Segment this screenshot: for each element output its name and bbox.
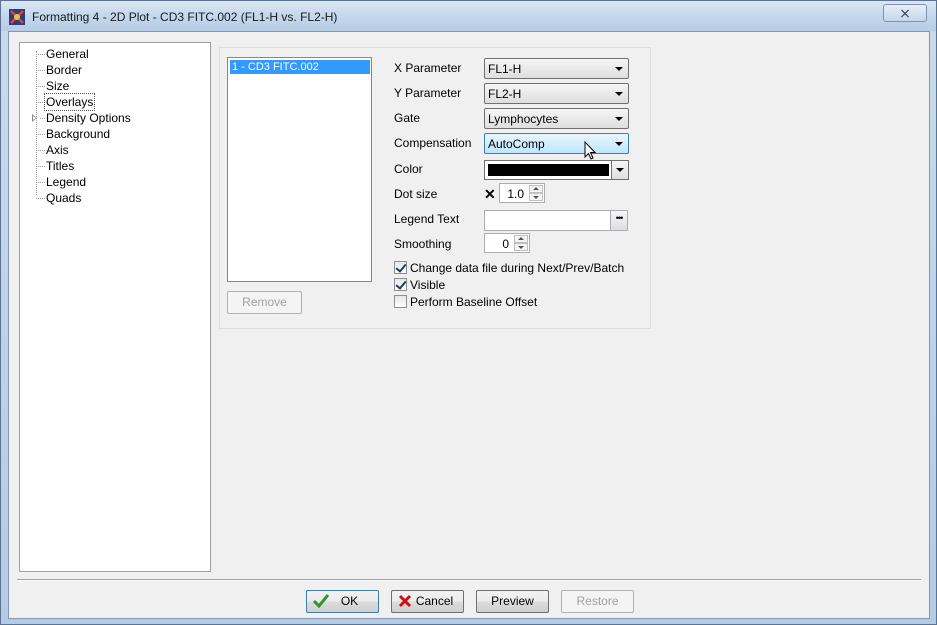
overlay-list-item[interactable]: 1 - CD3 FITC.002: [230, 60, 370, 74]
close-button[interactable]: ⨯: [883, 4, 927, 22]
checkbox-label: Perform Baseline Offset: [410, 295, 538, 309]
expand-arrow-icon[interactable]: [32, 114, 37, 122]
color-label: Color: [394, 162, 423, 176]
restore-button[interactable]: Restore: [561, 590, 634, 613]
compensation-label: Compensation: [394, 136, 472, 150]
tree-item-density-options[interactable]: Density Options: [20, 110, 210, 126]
y-parameter-value: FL2-H: [488, 87, 522, 101]
spin-down-icon[interactable]: [514, 243, 528, 251]
color-swatch: [488, 164, 609, 176]
x-parameter-label: X Parameter: [394, 61, 462, 75]
tree-item-label: Overlays: [43, 93, 96, 111]
compensation-select[interactable]: AutoComp: [484, 133, 629, 154]
checkmark-icon: [313, 594, 329, 608]
x-parameter-select[interactable]: FL1-H: [484, 58, 629, 79]
tree-item-overlays[interactable]: Overlays: [20, 93, 210, 111]
multiply-icon: ✕: [484, 186, 496, 202]
tree-connector: [36, 70, 45, 71]
gate-label: Gate: [394, 111, 421, 125]
tree-item-legend[interactable]: Legend: [20, 174, 210, 190]
compensation-value: AutoComp: [488, 137, 545, 151]
tree-connector: [36, 166, 45, 167]
preview-button[interactable]: Preview: [476, 590, 549, 613]
smoothing-value: 0: [502, 237, 509, 251]
ellipsis-button[interactable]: •••: [610, 211, 627, 230]
smoothing-spinner[interactable]: 0: [484, 233, 530, 253]
checkbox-checked-icon[interactable]: [394, 261, 407, 274]
gate-select[interactable]: Lymphocytes: [484, 108, 629, 129]
tree-item-label: Quads: [46, 191, 82, 205]
chevron-down-icon: [616, 168, 624, 172]
tree-connector: [36, 86, 45, 87]
checkbox-label: Change data file during Next/Prev/Batch: [410, 261, 625, 275]
overlay-list[interactable]: 1 - CD3 FITC.002: [227, 57, 372, 282]
tree-item-border[interactable]: Border: [20, 62, 210, 78]
overlay-settings-panel: 1 - CD3 FITC.002 Remove X Parameter FL1-…: [219, 47, 651, 329]
checkbox-label: Visible: [410, 278, 446, 292]
tree-connector: [36, 182, 45, 183]
app-icon: [9, 9, 25, 25]
tree-item-background[interactable]: Background: [20, 126, 210, 142]
tree-item-label: Size: [46, 79, 70, 93]
formatting-dialog: Formatting 4 - 2D Plot - CD3 FITC.002 (F…: [0, 0, 937, 625]
dot-size-spinner[interactable]: 1.0: [499, 183, 545, 203]
checkbox-checked-icon[interactable]: [394, 278, 407, 291]
tree-item-label: Background: [46, 127, 111, 141]
checkbox-unchecked-icon[interactable]: [394, 295, 407, 308]
cancel-button[interactable]: Cancel: [391, 590, 464, 613]
tree-item-titles[interactable]: Titles: [20, 158, 210, 174]
legend-text-input[interactable]: •••: [484, 210, 628, 231]
legend-text-label: Legend Text: [394, 212, 460, 226]
title-bar[interactable]: Formatting 4 - 2D Plot - CD3 FITC.002 (F…: [1, 1, 936, 31]
ok-button[interactable]: OK: [306, 590, 379, 613]
tree-connector: [36, 150, 45, 151]
cancel-x-icon: [398, 594, 412, 608]
tree-connector: [36, 134, 45, 135]
tree-item-label: Border: [46, 63, 83, 77]
dot-size-label: Dot size: [394, 187, 438, 201]
tree-item-label: General: [46, 47, 89, 61]
tree-item-label: Titles: [46, 159, 75, 173]
tree-connector: [36, 102, 45, 103]
gate-value: Lymphocytes: [488, 112, 559, 126]
footer-separator: [17, 579, 921, 581]
tree-item-label: Density Options: [46, 111, 131, 125]
chevron-down-icon: [615, 67, 623, 71]
spin-down-icon[interactable]: [529, 193, 543, 201]
remove-button[interactable]: Remove: [227, 291, 302, 314]
tree-item-size[interactable]: Size: [20, 78, 210, 94]
chevron-down-icon: [615, 142, 623, 146]
tree-connector: [36, 198, 45, 199]
dialog-body: General Border Size Overlays Density Opt…: [8, 31, 930, 619]
chevron-down-icon: [615, 92, 623, 96]
y-parameter-label: Y Parameter: [394, 86, 462, 100]
color-picker[interactable]: [484, 160, 629, 180]
tree-item-quads[interactable]: Quads: [20, 190, 210, 206]
y-parameter-select[interactable]: FL2-H: [484, 83, 629, 104]
chevron-down-icon: [615, 117, 623, 121]
x-parameter-value: FL1-H: [488, 62, 522, 76]
ok-label: OK: [340, 594, 359, 608]
spin-up-icon[interactable]: [529, 185, 543, 193]
tree-item-general[interactable]: General: [20, 46, 210, 62]
tree-item-axis[interactable]: Axis: [20, 142, 210, 158]
color-dropdown-button[interactable]: [611, 161, 628, 179]
tree-connector: [36, 54, 45, 55]
window-title: Formatting 4 - 2D Plot - CD3 FITC.002 (F…: [32, 10, 338, 24]
close-icon: ⨯: [899, 5, 911, 21]
category-tree[interactable]: General Border Size Overlays Density Opt…: [19, 42, 211, 572]
tree-item-label: Axis: [46, 143, 69, 157]
smoothing-label: Smoothing: [394, 237, 452, 251]
spin-up-icon[interactable]: [514, 235, 528, 243]
tree-item-label: Legend: [46, 175, 87, 189]
dot-size-value: 1.0: [507, 187, 524, 201]
mouse-pointer-icon: [584, 141, 597, 160]
